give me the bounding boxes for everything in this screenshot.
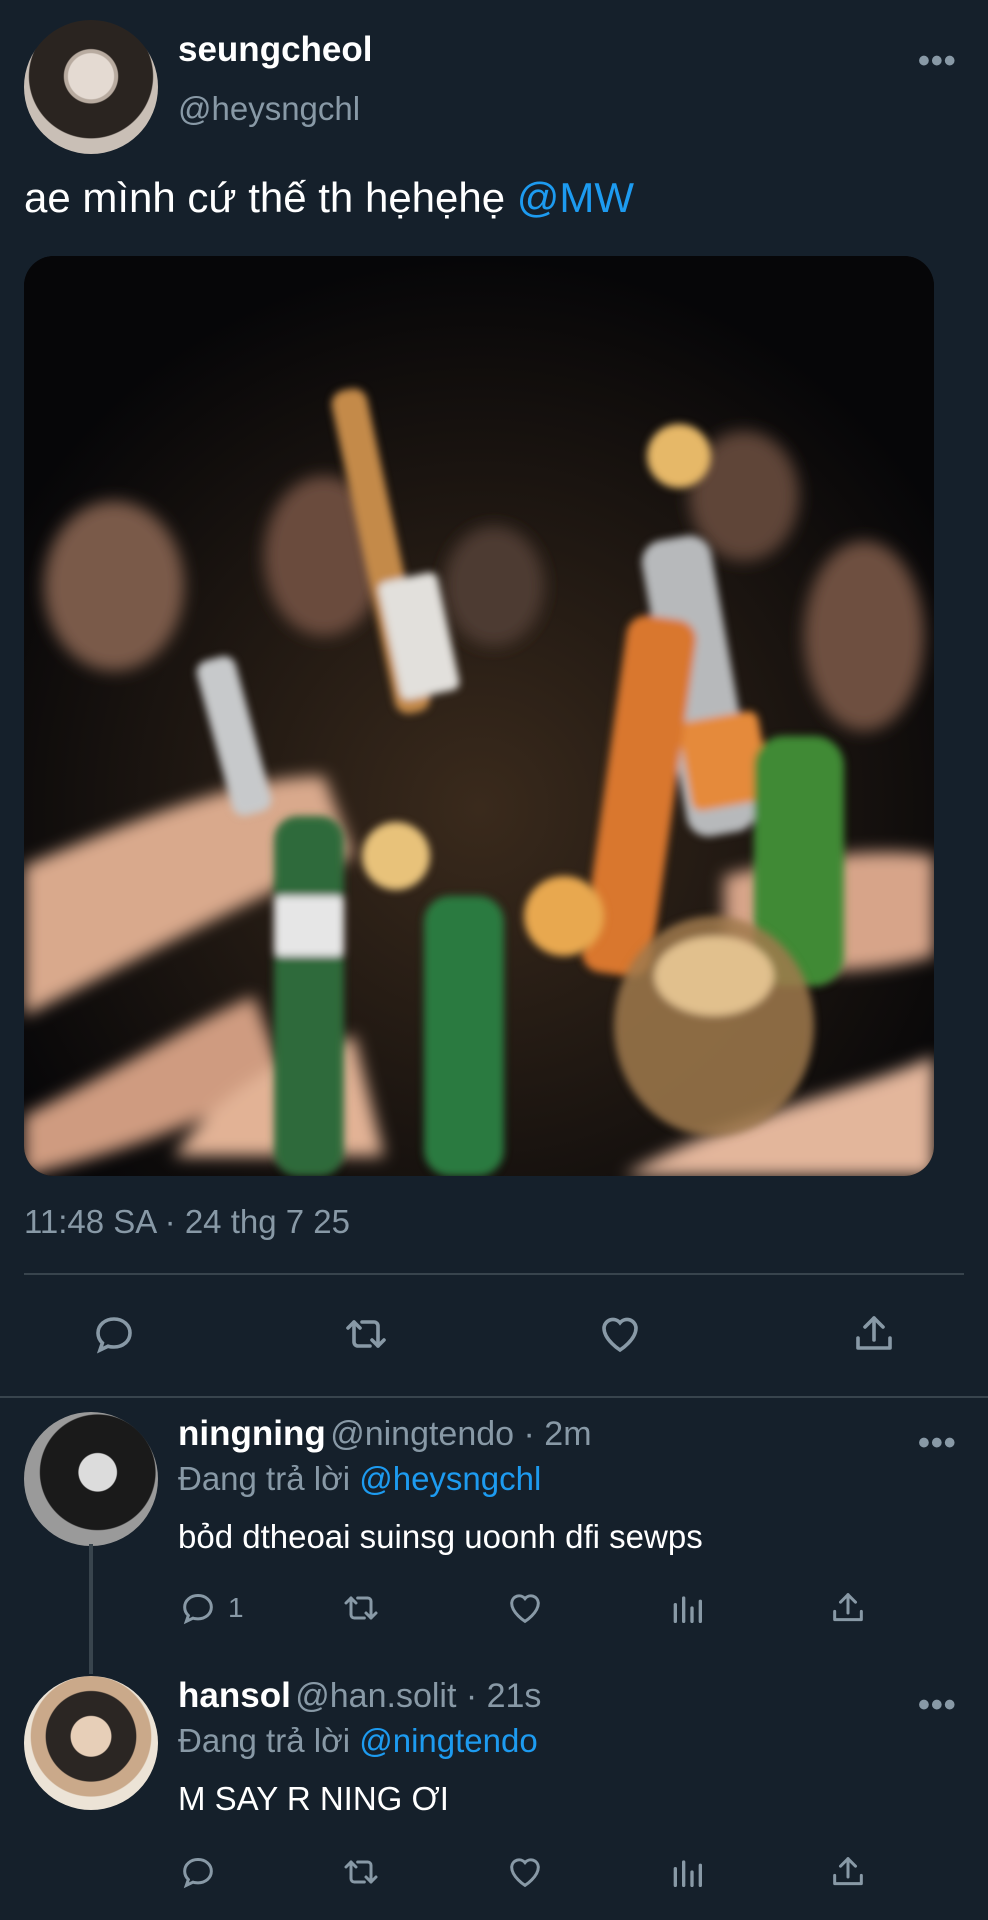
- reply-header: ningning @ningtendo · 2m: [178, 1414, 592, 1454]
- reply-author-name[interactable]: hansol: [178, 1676, 291, 1715]
- divider: [0, 1396, 988, 1398]
- author-name[interactable]: seungcheol: [178, 30, 372, 70]
- party-photo-image: [24, 256, 934, 1176]
- retweet-icon[interactable]: [340, 1310, 392, 1363]
- share-icon[interactable]: [828, 1852, 868, 1897]
- more-icon[interactable]: •••: [918, 44, 957, 78]
- reply-count: 1: [228, 1592, 244, 1623]
- reply-icon: [183, 1593, 213, 1625]
- author-handle[interactable]: @heysngchl: [178, 90, 360, 128]
- reply-action-reply[interactable]: 1: [178, 1588, 244, 1628]
- like-icon[interactable]: [505, 1588, 545, 1633]
- reply-avatar[interactable]: [24, 1412, 158, 1546]
- retweet-icon[interactable]: [338, 1852, 384, 1897]
- author-avatar[interactable]: [24, 20, 158, 154]
- thread-line: [89, 1544, 93, 1674]
- share-icon[interactable]: [850, 1310, 898, 1363]
- replying-to-mention[interactable]: @ningtendo: [359, 1722, 537, 1759]
- tweet-mention[interactable]: @MW: [517, 174, 634, 221]
- replying-to-mention[interactable]: @heysngchl: [359, 1460, 541, 1497]
- divider: [24, 1273, 964, 1275]
- replying-to-prefix: Đang trả lời: [178, 1722, 360, 1759]
- like-icon[interactable]: [505, 1852, 545, 1897]
- replying-to: Đang trả lời @ningtendo: [178, 1722, 538, 1760]
- tweet-timestamp[interactable]: 11:48 SA · 24 thg 7 25: [24, 1203, 350, 1241]
- tweet-body: ae mình cứ thế th hẹhẹhẹ: [24, 174, 517, 221]
- tweet-photo[interactable]: [24, 256, 934, 1176]
- replying-to: Đang trả lời @heysngchl: [178, 1460, 541, 1498]
- reply-avatar[interactable]: [24, 1676, 158, 1810]
- retweet-icon[interactable]: [338, 1588, 384, 1633]
- views-icon[interactable]: [667, 1588, 707, 1633]
- tweet-text: ae mình cứ thế th hẹhẹhẹ @MW: [24, 174, 634, 222]
- more-icon[interactable]: •••: [918, 1426, 957, 1460]
- reply-author-meta[interactable]: @ningtendo · 2m: [330, 1415, 591, 1453]
- replying-to-prefix: Đang trả lời: [178, 1460, 360, 1497]
- reply-text: M SAY R NING ƠI: [178, 1780, 449, 1817]
- share-icon[interactable]: [828, 1588, 868, 1633]
- reply-author-name[interactable]: ningning: [178, 1414, 326, 1453]
- reply-header: hansol @han.solit · 21s: [178, 1676, 541, 1716]
- reply-icon[interactable]: [90, 1310, 138, 1363]
- reply-icon[interactable]: [178, 1852, 218, 1897]
- reply-text: bỏd dtheoai suinsg uoonh dfi sewps: [178, 1518, 703, 1555]
- more-icon[interactable]: •••: [918, 1688, 957, 1722]
- views-icon[interactable]: [667, 1852, 707, 1897]
- like-icon[interactable]: [596, 1310, 644, 1363]
- reply-author-meta[interactable]: @han.solit · 21s: [295, 1677, 541, 1715]
